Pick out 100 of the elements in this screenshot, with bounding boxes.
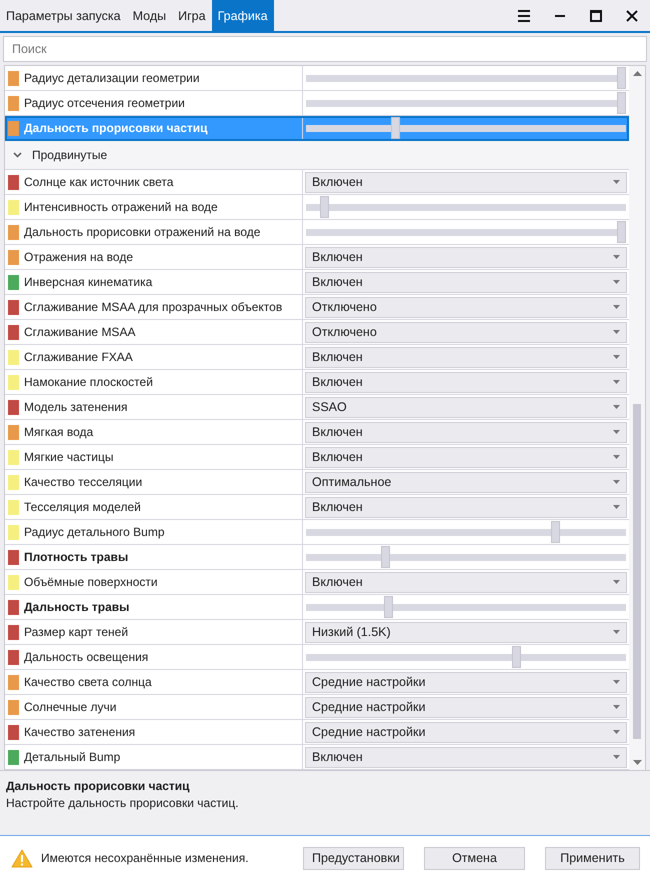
caret-icon — [613, 580, 620, 584]
maximize-icon — [589, 8, 603, 22]
slider[interactable] — [306, 221, 626, 243]
slider[interactable] — [306, 521, 626, 543]
setting-name: Интенсивность отражений на воде — [24, 200, 218, 214]
slider[interactable] — [306, 67, 626, 89]
dropdown[interactable]: Отключено — [305, 322, 627, 342]
slider[interactable] — [306, 646, 626, 668]
group-title: Продвинутые — [32, 148, 108, 162]
warning-text: Имеются несохранённые изменения. — [41, 851, 250, 865]
setting-name: Дальность травы — [24, 600, 130, 614]
caret-icon — [613, 505, 620, 509]
caret-icon — [613, 180, 620, 184]
dropdown[interactable]: SSAO — [305, 396, 627, 418]
slider-thumb[interactable] — [381, 546, 390, 568]
slider-thumb[interactable] — [512, 646, 522, 668]
slider[interactable] — [306, 92, 626, 114]
setting-name: Радиус детализации геометрии — [24, 71, 200, 85]
dropdown[interactable]: Включен — [305, 572, 627, 592]
caret-icon — [613, 705, 620, 709]
setting-name: Отражения на воде — [24, 250, 134, 264]
setting-name: Сглаживание MSAA — [24, 325, 136, 339]
setting-name: Дальность прорисовки частиц — [24, 121, 208, 135]
caret-icon — [613, 330, 620, 334]
caret-icon — [613, 305, 620, 309]
dropdown[interactable]: Включен — [305, 346, 627, 368]
setting-name: Сглаживание MSAA для прозрачных объектов — [24, 300, 282, 314]
dropdown[interactable]: Низкий (1.5K) — [305, 622, 627, 642]
setting-name: Мягкая вода — [24, 425, 94, 439]
setting-name: Качество затенения — [24, 725, 136, 739]
footer-button[interactable]: Предустановки — [303, 846, 404, 870]
dropdown[interactable]: Оптимальное — [305, 472, 627, 492]
slider-thumb[interactable] — [617, 67, 626, 89]
setting-name: Тесселяция моделей — [24, 500, 141, 514]
dropdown[interactable]: Включен — [305, 246, 627, 268]
slider-thumb[interactable] — [550, 521, 560, 543]
slider-thumb[interactable] — [384, 596, 394, 618]
caret-icon — [613, 405, 620, 409]
slider-thumb[interactable] — [320, 196, 330, 218]
description-text: Настройте дальность прорисовки частиц. — [6, 796, 240, 810]
slider-thumb[interactable] — [617, 92, 626, 114]
setting-name: Солнечные лучи — [24, 700, 116, 714]
warning-icon — [11, 848, 33, 868]
setting-name: Объёмные поверхности — [24, 575, 158, 589]
scrollbar-thumb[interactable] — [633, 404, 641, 739]
tab[interactable]: Моды — [126, 0, 172, 31]
dropdown[interactable]: Средние настройки — [305, 696, 627, 718]
minimize-icon — [555, 14, 565, 16]
footer-button[interactable]: Применить — [545, 846, 640, 870]
slider-thumb[interactable] — [617, 221, 626, 243]
setting-name: Мягкие частицы — [24, 450, 114, 464]
dropdown[interactable]: Включен — [305, 272, 627, 292]
setting-name: Инверсная кинематика — [24, 275, 152, 289]
caret-icon — [613, 680, 620, 684]
dropdown[interactable]: Включен — [305, 746, 627, 768]
setting-name: Детальный Bump — [24, 750, 120, 764]
close-icon — [625, 8, 639, 22]
setting-name: Дальность прорисовки отражений на воде — [24, 225, 260, 239]
setting-name: Радиус детального Bump — [24, 525, 165, 539]
dropdown[interactable]: Средние настройки — [305, 672, 627, 692]
dropdown[interactable]: Включен — [305, 372, 627, 392]
caret-icon — [613, 380, 620, 384]
setting-name: Дальность освещения — [24, 650, 148, 664]
caret-icon — [613, 355, 620, 359]
menu-icon — [517, 8, 531, 22]
caret-icon — [613, 255, 620, 259]
search-field[interactable]: Поиск — [3, 36, 647, 62]
slider[interactable] — [306, 546, 626, 568]
dropdown[interactable]: Средние настройки — [305, 722, 627, 742]
dropdown[interactable]: Включен — [305, 172, 627, 192]
slider[interactable] — [306, 196, 626, 218]
tab[interactable]: Игра — [172, 0, 212, 31]
dropdown[interactable]: Отключено — [305, 296, 627, 318]
caret-icon — [613, 480, 620, 484]
footer-button[interactable]: Отмена — [424, 846, 525, 870]
setting-name: Качество света солнца — [24, 675, 152, 689]
caret-icon — [613, 630, 620, 634]
setting-name: Радиус отсечения геометрии — [24, 96, 185, 110]
caret-icon — [613, 280, 620, 284]
dropdown[interactable]: Включен — [305, 422, 627, 442]
slider-thumb[interactable] — [390, 117, 400, 139]
setting-name: Намокание плоскостей — [24, 375, 153, 389]
setting-name: Размер карт теней — [24, 625, 128, 639]
setting-name: Сглаживание FXAA — [24, 350, 133, 364]
setting-name: Плотность травы — [24, 550, 128, 564]
caret-icon — [613, 430, 620, 434]
dropdown[interactable]: Включен — [305, 446, 627, 468]
slider[interactable] — [306, 117, 626, 139]
slider[interactable] — [306, 596, 626, 618]
setting-name: Солнце как источник света — [24, 175, 174, 189]
tab[interactable]: Параметры запуска — [0, 0, 127, 31]
chevron-icon[interactable] — [13, 152, 22, 158]
setting-name: Модель затенения — [24, 400, 128, 414]
caret-icon — [613, 755, 620, 759]
tab[interactable]: Графика — [212, 0, 274, 31]
description-title: Дальность прорисовки частиц — [6, 779, 191, 793]
caret-icon — [613, 455, 620, 459]
dropdown[interactable]: Включен — [305, 496, 627, 518]
caret-icon — [613, 730, 620, 734]
setting-name: Качество тесселяции — [24, 475, 142, 489]
